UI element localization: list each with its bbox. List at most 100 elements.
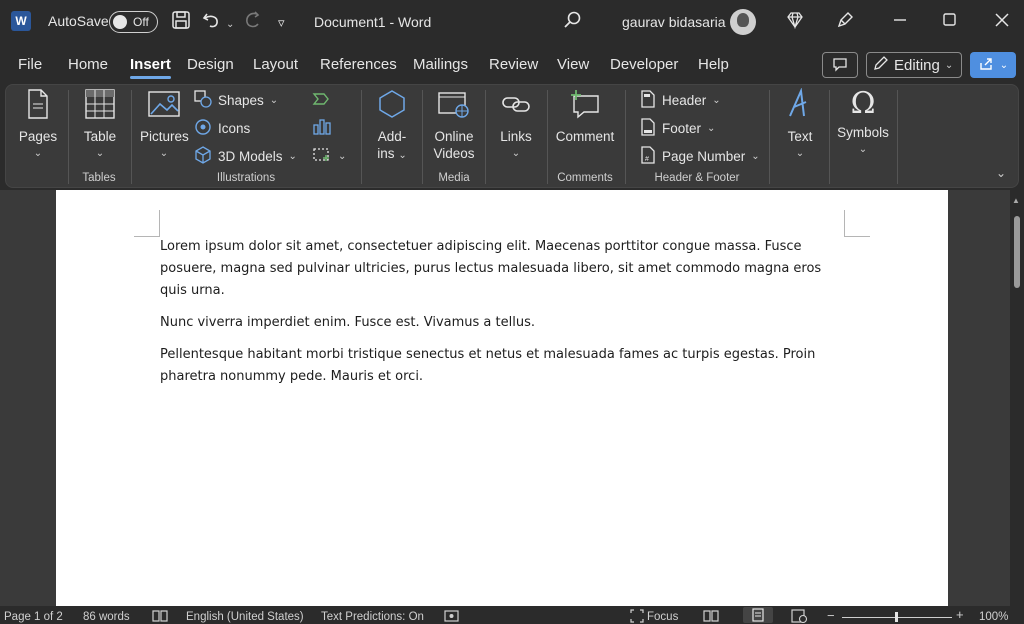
collapse-ribbon-chevron-icon[interactable]: ⌄ bbox=[996, 166, 1006, 180]
autosave-toggle[interactable]: Off bbox=[109, 11, 158, 33]
zoom-slider-thumb[interactable] bbox=[895, 612, 898, 622]
tab-developer[interactable]: Developer bbox=[610, 56, 678, 73]
header-button[interactable]: Header ⌄ bbox=[640, 90, 721, 111]
3d-models-button[interactable]: 3D Models ⌄ bbox=[194, 146, 297, 167]
focus-label[interactable]: Focus bbox=[647, 611, 678, 623]
tab-references[interactable]: References bbox=[320, 56, 397, 73]
tab-file[interactable]: File bbox=[18, 56, 42, 73]
word-count[interactable]: 86 words bbox=[83, 611, 130, 623]
chart-icon[interactable] bbox=[312, 117, 332, 140]
table-button[interactable]: Table ⌄ bbox=[78, 88, 122, 162]
page-count[interactable]: Page 1 of 2 bbox=[4, 611, 63, 623]
web-layout-icon[interactable] bbox=[791, 609, 808, 624]
online-videos-label-line1: Online bbox=[434, 129, 474, 144]
icons-button[interactable]: Icons bbox=[194, 118, 250, 139]
tab-layout[interactable]: Layout bbox=[253, 56, 298, 73]
text-button[interactable]: Text ⌄ bbox=[778, 87, 822, 162]
header-label: Header bbox=[662, 93, 707, 108]
editing-mode-button[interactable]: Editing ⌄ bbox=[866, 52, 962, 78]
symbols-button[interactable]: Ω Symbols ⌄ bbox=[836, 88, 890, 158]
minimize-icon[interactable] bbox=[890, 8, 910, 33]
page-number-button[interactable]: # Page Number ⌄ bbox=[640, 146, 760, 167]
svg-text:#: # bbox=[645, 156, 649, 163]
shapes-button[interactable]: Shapes ⌄ bbox=[194, 90, 278, 111]
links-button[interactable]: Links ⌄ bbox=[494, 88, 538, 162]
save-icon[interactable] bbox=[171, 10, 191, 35]
margin-mark bbox=[134, 236, 160, 237]
user-name[interactable]: gaurav bidasaria bbox=[622, 14, 726, 30]
zoom-level[interactable]: 100% bbox=[979, 611, 1008, 623]
margin-mark bbox=[150, 210, 160, 236]
smartart-icon[interactable] bbox=[312, 90, 332, 113]
paragraph[interactable]: Nunc viverra imperdiet enim. Fusce est. … bbox=[160, 312, 825, 334]
document-body[interactable]: Lorem ipsum dolor sit amet, consectetuer… bbox=[160, 236, 825, 398]
paragraph[interactable]: Pellentesque habitant morbi tristique se… bbox=[160, 344, 825, 388]
chevron-down-icon: ⌄ bbox=[707, 123, 716, 134]
picture-icon bbox=[140, 88, 188, 124]
share-icon bbox=[978, 56, 994, 75]
status-bar: Page 1 of 2 86 words English (United Sta… bbox=[0, 606, 1024, 624]
zoom-out-icon[interactable]: − bbox=[827, 608, 835, 623]
pen-icon[interactable] bbox=[835, 10, 855, 35]
comment-bubble-icon bbox=[832, 56, 848, 75]
redo-icon[interactable] bbox=[243, 10, 263, 35]
divider bbox=[897, 90, 898, 184]
pictures-button[interactable]: Pictures ⌄ bbox=[140, 88, 189, 162]
text-predictions[interactable]: Text Predictions: On bbox=[321, 611, 424, 623]
online-videos-button[interactable]: Online Videos bbox=[430, 88, 478, 162]
read-mode-icon[interactable] bbox=[703, 609, 719, 624]
print-layout-icon[interactable] bbox=[743, 607, 773, 623]
customize-qat-icon[interactable]: ▿ bbox=[278, 12, 285, 34]
pages-label: Pages bbox=[18, 129, 58, 144]
undo-icon[interactable] bbox=[202, 10, 222, 35]
paragraph[interactable]: Lorem ipsum dolor sit amet, consectetuer… bbox=[160, 236, 825, 302]
footer-button[interactable]: Footer ⌄ bbox=[640, 118, 715, 139]
scrollbar-thumb[interactable] bbox=[1014, 216, 1020, 288]
new-comment-button[interactable]: Comment bbox=[554, 88, 616, 145]
text-label: Text bbox=[787, 129, 813, 144]
divider bbox=[422, 90, 423, 184]
add-ins-label-line2: ins ⌄ bbox=[370, 145, 414, 164]
omega-icon: Ω bbox=[850, 86, 876, 121]
share-button[interactable]: ⌄ bbox=[970, 52, 1016, 78]
maximize-icon[interactable] bbox=[940, 10, 960, 35]
tab-help[interactable]: Help bbox=[698, 56, 729, 73]
focus-icon[interactable] bbox=[630, 609, 644, 624]
tab-review[interactable]: Review bbox=[489, 56, 538, 73]
icons-gallery-icon bbox=[194, 118, 212, 139]
title-bar: W AutoSave Off ⌄ ▿ Document1 - Word gaur… bbox=[0, 0, 1024, 44]
zoom-in-icon[interactable]: + bbox=[956, 607, 964, 622]
tab-mailings[interactable]: Mailings bbox=[413, 56, 468, 73]
group-label-media: Media bbox=[438, 172, 470, 184]
pencil-icon bbox=[873, 55, 889, 75]
chevron-down-icon: ⌄ bbox=[398, 150, 407, 161]
divider bbox=[625, 90, 626, 184]
add-ins-button[interactable]: Add- ins ⌄ bbox=[370, 88, 414, 164]
divider bbox=[361, 90, 362, 184]
language[interactable]: English (United States) bbox=[186, 611, 304, 623]
screenshot-button[interactable]: ⌄ bbox=[312, 146, 346, 167]
tab-home[interactable]: Home bbox=[68, 56, 108, 73]
header-icon bbox=[640, 90, 656, 111]
comments-pane-button[interactable] bbox=[822, 52, 858, 78]
pictures-label: Pictures bbox=[140, 129, 189, 144]
footer-icon bbox=[640, 118, 656, 139]
avatar[interactable] bbox=[730, 9, 756, 35]
tab-view[interactable]: View bbox=[557, 56, 589, 73]
3d-models-label: 3D Models bbox=[218, 149, 283, 164]
close-icon[interactable] bbox=[992, 10, 1012, 35]
diamond-icon[interactable] bbox=[785, 10, 805, 35]
undo-dropdown-icon[interactable]: ⌄ bbox=[226, 14, 234, 36]
word-logo-icon: W bbox=[11, 11, 31, 31]
table-icon bbox=[78, 88, 122, 124]
accessibility-icon[interactable] bbox=[444, 609, 460, 624]
proofing-icon[interactable] bbox=[152, 609, 168, 624]
tab-insert[interactable]: Insert bbox=[130, 56, 171, 79]
footer-label: Footer bbox=[662, 121, 702, 136]
tab-design[interactable]: Design bbox=[187, 56, 234, 73]
pages-button[interactable]: Pages ⌄ bbox=[16, 88, 60, 162]
group-label-tables: Tables bbox=[82, 172, 116, 184]
add-ins-label-text: ins bbox=[377, 146, 395, 161]
scroll-up-icon[interactable]: ▲ bbox=[1012, 196, 1020, 205]
search-icon[interactable] bbox=[563, 10, 583, 35]
